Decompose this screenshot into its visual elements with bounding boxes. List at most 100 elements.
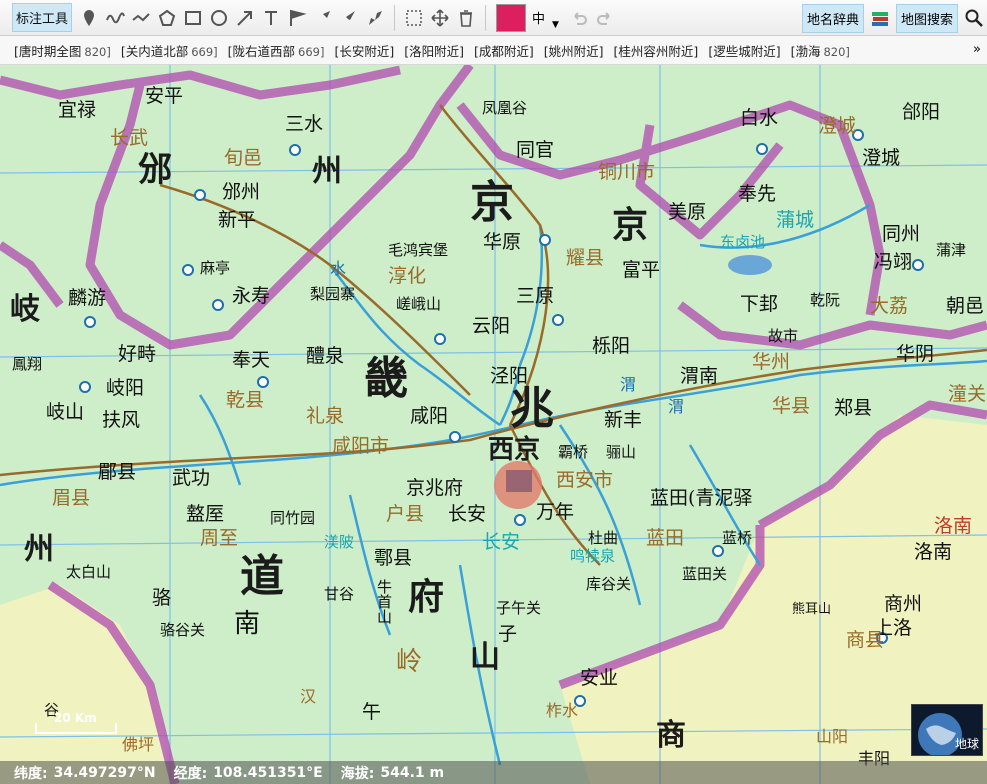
map-label: 渭 bbox=[668, 397, 685, 416]
map-label: 扶风 bbox=[102, 409, 141, 431]
map-label: 州 bbox=[312, 154, 342, 189]
polyline-icon[interactable] bbox=[128, 5, 154, 31]
map-label: 京兆府 bbox=[406, 477, 464, 499]
map-label: 安业 bbox=[580, 667, 619, 689]
map-label: 白水 bbox=[740, 107, 779, 129]
latitude-label: 纬度: bbox=[14, 765, 48, 782]
altitude-value: 544.1 m bbox=[380, 764, 445, 781]
map-label: 奉天 bbox=[232, 349, 271, 371]
delete-icon[interactable] bbox=[453, 5, 479, 31]
attack-arrow-icon[interactable] bbox=[310, 5, 336, 31]
map-label: 长安 bbox=[482, 531, 521, 553]
map-label: 京 bbox=[470, 177, 514, 228]
polygon-icon[interactable] bbox=[154, 5, 180, 31]
color-picker[interactable] bbox=[496, 3, 527, 32]
map-label: 郃阳 bbox=[902, 101, 941, 123]
map-label: 郿县 bbox=[98, 461, 137, 483]
circle-icon[interactable] bbox=[206, 5, 232, 31]
map-label: 岐山 bbox=[46, 401, 85, 423]
marker-icon[interactable] bbox=[76, 5, 102, 31]
map-search-button[interactable]: 地图搜索 bbox=[895, 3, 958, 33]
bookmark-tang-full[interactable]: [唐时期全图 820] bbox=[14, 41, 111, 60]
map-label: 太白山 bbox=[66, 563, 112, 581]
bookmark-changan[interactable]: [长安附近] bbox=[334, 41, 394, 60]
map-label: 山 bbox=[470, 640, 500, 675]
flag-icon[interactable] bbox=[284, 5, 310, 31]
map-label: 三原 bbox=[516, 285, 555, 307]
bookmark-guizhou-rongzhou[interactable]: [桂州容州附近] bbox=[614, 41, 699, 60]
map-label: 同州 bbox=[882, 223, 921, 245]
map-label: 栎阳 bbox=[592, 335, 631, 357]
map-label: 武功 bbox=[172, 467, 211, 489]
map-label: 骆 bbox=[152, 587, 172, 609]
map-label: 凤凰谷 bbox=[482, 99, 528, 117]
map-label: 华原 bbox=[483, 231, 522, 253]
map-label: 奉先 bbox=[738, 183, 777, 205]
map-label: 商县 bbox=[846, 629, 885, 651]
map-label: 渭 bbox=[620, 375, 637, 394]
map-label: 新丰 bbox=[604, 409, 643, 431]
map-label: 西安市 bbox=[556, 469, 614, 491]
pincer-arrow-icon[interactable] bbox=[362, 5, 388, 31]
map-label: 眉县 bbox=[52, 487, 91, 509]
map-label: 汉 bbox=[300, 687, 317, 706]
map-label: 骆谷关 bbox=[160, 621, 206, 639]
map-label: 麻亭 bbox=[200, 259, 231, 277]
map-label: 霸桥 bbox=[558, 443, 589, 461]
map-label: 耀县 bbox=[566, 247, 605, 269]
books-icon[interactable] bbox=[867, 5, 893, 31]
map-label: 骊山 bbox=[606, 443, 637, 461]
annotate-tools-label[interactable]: 标注工具 bbox=[12, 3, 73, 32]
map-label: 故市 bbox=[768, 327, 799, 345]
map-label: 鳳翔 bbox=[12, 355, 43, 373]
map-label: 商 bbox=[656, 718, 686, 753]
map-label: 蒲津 bbox=[936, 241, 967, 259]
select-icon[interactable] bbox=[401, 5, 427, 31]
map-label: 东卤池 bbox=[720, 233, 766, 251]
bookmark-luoyang[interactable]: [洛阳附近] bbox=[404, 41, 464, 60]
bookmark-luoxie[interactable]: [逻些城附近] bbox=[708, 41, 780, 60]
map-label: 蓝田(青泥驿 bbox=[650, 487, 753, 509]
map-label: 长安 bbox=[448, 503, 487, 525]
globe-view-button[interactable]: 地球 bbox=[911, 704, 983, 757]
freehand-line-icon[interactable] bbox=[102, 5, 128, 31]
map-label: 柞水 bbox=[546, 701, 579, 720]
map-label: 午 bbox=[362, 701, 382, 723]
move-icon[interactable] bbox=[427, 5, 453, 31]
search-icon[interactable] bbox=[961, 5, 987, 31]
map-label: 华州 bbox=[752, 351, 791, 373]
map-label: 三水 bbox=[285, 113, 324, 135]
map-label: 冯翊 bbox=[874, 251, 913, 273]
bookmark-guannei-north[interactable]: [关内道北部 669] bbox=[121, 41, 218, 60]
redo-icon[interactable] bbox=[592, 5, 618, 31]
place-dictionary-button[interactable]: 地名辞典 bbox=[801, 3, 864, 33]
double-arrow-icon[interactable] bbox=[336, 5, 362, 31]
map-label: 宜禄 bbox=[58, 99, 97, 121]
map-label: 澄城 bbox=[862, 147, 901, 169]
map-label: 华县 bbox=[772, 395, 811, 417]
text-icon[interactable] bbox=[258, 5, 284, 31]
bookmark-bohai[interactable]: [渤海 820] bbox=[791, 41, 850, 60]
map-label: 洛南 bbox=[914, 541, 953, 563]
bookmark-chengdu[interactable]: [成都附近] bbox=[474, 41, 534, 60]
map-canvas[interactable]: 宜禄 安平 长武 三水 凤凰谷 白水 澄城 郃阳 邠 旬邑 州 邠州 新平 同官… bbox=[0, 65, 987, 784]
bookmark-yaozhou[interactable]: [姚州附近] bbox=[544, 41, 604, 60]
rectangle-icon[interactable] bbox=[180, 5, 206, 31]
arrow-icon[interactable] bbox=[232, 5, 258, 31]
map-label: 新平 bbox=[218, 209, 257, 231]
map-label: 户县 bbox=[386, 503, 425, 525]
globe-label: 地球 bbox=[954, 737, 979, 751]
map-label: 永寿 bbox=[232, 285, 271, 307]
map-label: 子午关 bbox=[496, 599, 542, 617]
bookmarks-more-button[interactable]: » bbox=[973, 42, 981, 57]
map-label: 熊耳山 bbox=[792, 602, 832, 617]
map-label: 朝邑 bbox=[946, 295, 985, 317]
map-label: 商州 bbox=[884, 593, 923, 615]
map-label: 子 bbox=[498, 623, 518, 645]
undo-icon[interactable] bbox=[566, 5, 592, 31]
bookmark-longyou-west[interactable]: [陇右道西部 669] bbox=[228, 41, 325, 60]
map-label: 潼关 bbox=[948, 383, 987, 405]
map-label: 梨园寨 bbox=[310, 285, 356, 303]
map-label: 牛首山 bbox=[375, 579, 393, 624]
size-select[interactable]: 中 ▼ bbox=[532, 8, 566, 30]
